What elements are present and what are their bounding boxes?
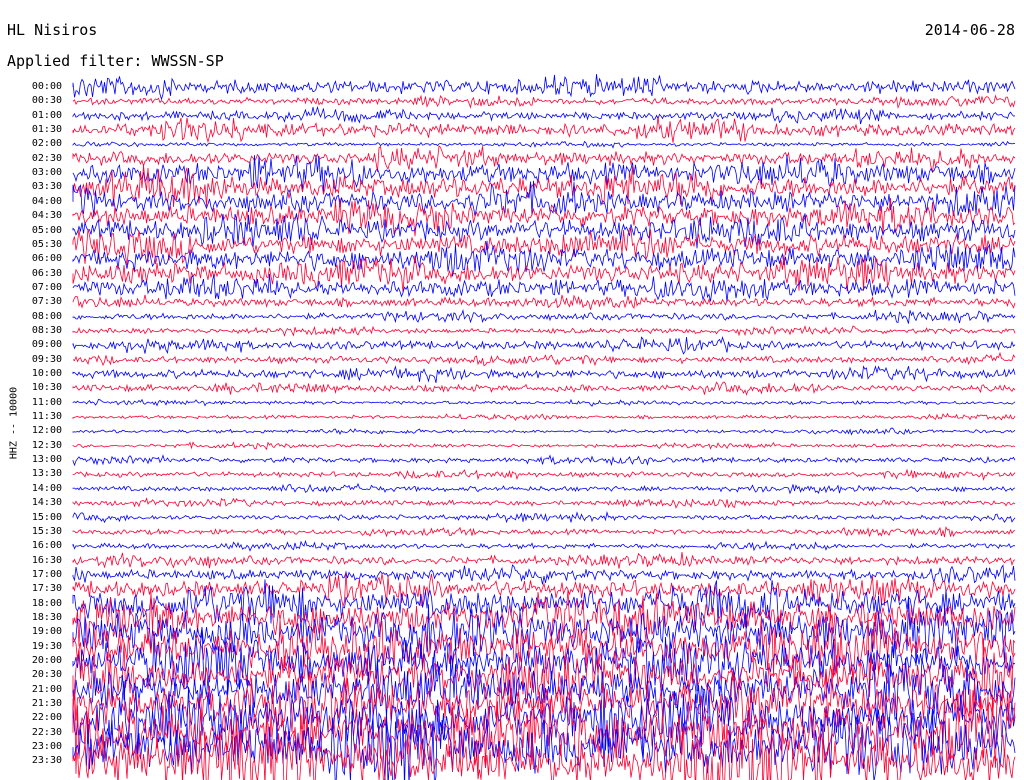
- trace-row: [72, 526, 1016, 538]
- trace-row: [72, 510, 1016, 524]
- trace-row: [72, 539, 1015, 552]
- trace-row: [72, 325, 1016, 337]
- trace-row: [72, 308, 1016, 324]
- trace-row: [72, 105, 1016, 125]
- trace-row: [72, 336, 1016, 355]
- trace-row: [72, 213, 1016, 249]
- trace-row: [72, 145, 1016, 173]
- trace-row: [72, 454, 1016, 467]
- trace-row: [72, 116, 1016, 144]
- trace-row: [72, 365, 1016, 383]
- trace-row: [72, 427, 1016, 436]
- trace-row: [72, 564, 1016, 585]
- trace-row: [72, 351, 1016, 367]
- trace-row: [72, 94, 1016, 109]
- trace-row: [72, 165, 1016, 208]
- trace-row: [72, 398, 1016, 407]
- trace-row: [72, 552, 1016, 569]
- trace-row: [72, 441, 1016, 451]
- trace-row: [72, 74, 1016, 101]
- trace-row: [72, 497, 1016, 509]
- helicorder-plot: [72, 74, 1016, 780]
- trace-row: [72, 468, 1016, 481]
- trace-row: [72, 482, 1016, 495]
- trace-row: [72, 381, 1016, 396]
- trace-row: [72, 412, 1016, 421]
- trace-row: [72, 294, 1016, 310]
- trace-row: [72, 140, 1016, 149]
